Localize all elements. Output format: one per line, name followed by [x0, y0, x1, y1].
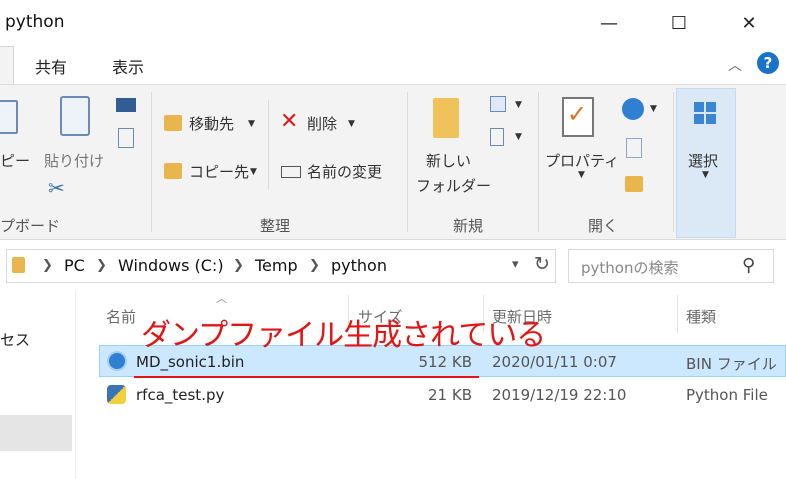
- easy-access-icon[interactable]: [490, 128, 504, 146]
- ribbon-divider: [151, 92, 152, 232]
- tab-home[interactable]: [0, 46, 14, 84]
- open-caret-icon: ▼: [650, 104, 657, 114]
- file-size: 512 KB: [418, 353, 472, 371]
- chevron-right-icon[interactable]: ❯: [309, 258, 320, 273]
- new-item-icon[interactable]: [490, 96, 506, 112]
- move-to-caret-icon: ▼: [248, 119, 255, 129]
- column-header-name[interactable]: 名前: [106, 306, 136, 327]
- copy-to-caret-icon: ▼: [250, 167, 257, 177]
- file-date: 2020/01/11 0:07: [492, 353, 617, 371]
- ribbon-divider: [407, 92, 408, 232]
- chevron-right-icon[interactable]: ❯: [42, 258, 53, 273]
- minimize-icon: —: [600, 12, 618, 34]
- column-header-type[interactable]: 種類: [686, 306, 716, 327]
- select-grid-icon: [694, 102, 716, 124]
- breadcrumb-python[interactable]: python: [331, 256, 387, 275]
- maximize-icon: ☐: [670, 12, 688, 34]
- bin-file-icon: [107, 351, 127, 371]
- nav-item-quick-access[interactable]: セス: [0, 329, 30, 350]
- maximize-button[interactable]: ☐: [656, 0, 702, 46]
- new-item-caret-icon: ▼: [515, 100, 522, 110]
- new-folder-label-line1[interactable]: 新しい: [426, 150, 471, 171]
- paste-button[interactable]: 貼り付け: [44, 150, 104, 171]
- window-title: python: [5, 12, 65, 32]
- collapse-ribbon-button[interactable]: ︿: [728, 55, 742, 75]
- ribbon-divider: [538, 92, 539, 232]
- easy-access-caret-icon: ▼: [515, 132, 522, 142]
- file-date: 2019/12/19 22:10: [492, 386, 627, 404]
- ribbon-divider: [673, 92, 674, 232]
- minimize-button[interactable]: —: [586, 0, 632, 46]
- tab-view[interactable]: 表示: [112, 54, 144, 78]
- clipboard-group-label: プボード: [0, 217, 61, 235]
- open-icon[interactable]: [622, 98, 644, 120]
- breadcrumb-pc[interactable]: PC: [64, 256, 85, 275]
- delete-button[interactable]: 削除: [307, 113, 337, 134]
- new-folder-icon: [433, 98, 459, 138]
- delete-caret-icon: ▼: [348, 119, 355, 129]
- nav-pane-divider: [75, 290, 76, 479]
- properties-caret-icon: ▼: [578, 170, 585, 180]
- ribbon-divider: [268, 100, 269, 190]
- search-icon[interactable]: ⚲: [742, 255, 755, 276]
- move-to-icon: [164, 115, 182, 131]
- chevron-down-icon[interactable]: ▾: [512, 257, 519, 272]
- select-label: 選択: [688, 152, 719, 170]
- file-type: BIN ファイル: [686, 355, 777, 373]
- copy-to-icon: [164, 163, 182, 179]
- checkmark-icon: ✓: [567, 100, 588, 128]
- file-type: Python File: [686, 386, 768, 404]
- annotation-text: ダンプファイル生成されている: [141, 318, 546, 353]
- properties-button[interactable]: プロパティ: [545, 150, 619, 171]
- refresh-icon[interactable]: ↻: [534, 253, 550, 275]
- breadcrumb-drive[interactable]: Windows (C:): [118, 256, 224, 275]
- select-caret-icon: ▼: [702, 170, 709, 180]
- rename-button[interactable]: 名前の変更: [307, 161, 382, 182]
- close-button[interactable]: ✕: [726, 0, 772, 46]
- copy-icon: [0, 100, 18, 134]
- delete-icon: ✕: [280, 109, 299, 134]
- file-name[interactable]: rfca_test.py: [136, 386, 224, 404]
- edit-icon[interactable]: [626, 138, 642, 158]
- copy-button[interactable]: ピー: [0, 150, 30, 171]
- move-to-button[interactable]: 移動先: [189, 113, 234, 134]
- close-icon: ✕: [741, 12, 757, 34]
- history-icon[interactable]: [625, 176, 643, 192]
- chevron-right-icon[interactable]: ❯: [96, 258, 107, 273]
- rename-icon: [281, 166, 301, 178]
- organize-group-label: 整理: [260, 217, 291, 235]
- folder-icon: [12, 257, 25, 273]
- paste-shortcut-icon[interactable]: [118, 128, 134, 148]
- copy-path-icon[interactable]: [116, 98, 136, 112]
- cut-icon[interactable]: ✂: [48, 176, 65, 200]
- new-folder-label-line2[interactable]: フォルダー: [416, 175, 491, 196]
- new-group-label: 新規: [453, 217, 484, 235]
- open-group-label: 開く: [588, 217, 619, 235]
- column-divider[interactable]: [677, 295, 678, 333]
- annotation-underline: [134, 376, 479, 378]
- sort-up-icon: ︿: [216, 292, 227, 305]
- help-button[interactable]: ?: [757, 52, 779, 74]
- nav-item-selected[interactable]: [0, 415, 72, 451]
- breadcrumb-temp[interactable]: Temp: [255, 256, 298, 275]
- file-size: 21 KB: [428, 386, 472, 404]
- search-placeholder: pythonの検索: [581, 259, 679, 277]
- paste-icon: [60, 96, 90, 136]
- chevron-right-icon[interactable]: ❯: [233, 258, 244, 273]
- file-name[interactable]: MD_sonic1.bin: [136, 353, 244, 371]
- tab-share[interactable]: 共有: [35, 54, 67, 78]
- python-file-icon: [107, 385, 126, 404]
- copy-to-button[interactable]: コピー先: [189, 161, 249, 182]
